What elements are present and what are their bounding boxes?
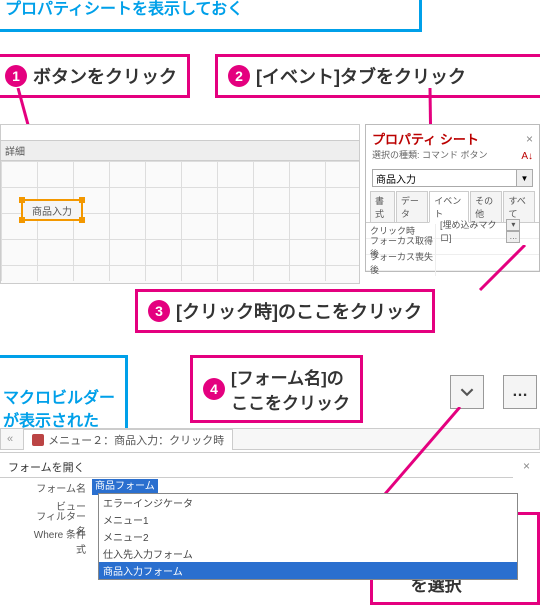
property-rows: クリック時 [埋め込みマクロ] ▾ … フォーカス取得後 フォーカス喪失後 bbox=[366, 222, 539, 271]
note-precondition: プロパティシートを表示しておく bbox=[0, 0, 422, 32]
form-grid[interactable]: 商品入力 bbox=[1, 161, 359, 281]
dropdown-button[interactable] bbox=[450, 375, 484, 409]
callout-3: 3 [クリック時]のここをクリック bbox=[135, 289, 435, 333]
builder-button[interactable]: … bbox=[506, 231, 520, 243]
tab-format[interactable]: 書式 bbox=[370, 191, 395, 223]
detail-section-header: 詳細 bbox=[1, 141, 359, 161]
prop-row-lostfocus[interactable]: フォーカス喪失後 bbox=[366, 255, 539, 271]
chevron-down-icon[interactable]: ▼ bbox=[517, 169, 533, 187]
macro-action-name[interactable]: フォームを開く bbox=[0, 453, 513, 478]
ellipsis-button[interactable]: … bbox=[503, 375, 537, 409]
note-text: プロパティシートを表示しておく bbox=[5, 1, 243, 18]
property-sheet-title: プロパティ シート bbox=[372, 129, 479, 148]
list-item[interactable]: エラーインジケータ bbox=[99, 494, 517, 511]
callout-2: 2 [イベント]タブをクリック bbox=[215, 54, 540, 98]
sort-icon[interactable]: A↓ bbox=[521, 151, 533, 162]
horizontal-ruler bbox=[1, 125, 359, 141]
chevron-down-icon bbox=[460, 385, 474, 399]
callout-1-text: ボタンをクリック bbox=[33, 63, 177, 89]
callout-4: 4 [フォーム名]の ここをクリック bbox=[190, 355, 363, 423]
form-name-label: フォーム名 bbox=[28, 480, 92, 495]
callout-2-text: [イベント]タブをクリック bbox=[256, 63, 466, 89]
list-item[interactable]: 仕入先入力フォーム bbox=[99, 545, 517, 562]
callout-2-num: 2 bbox=[228, 65, 250, 87]
ellipsis-icon: … bbox=[512, 383, 528, 401]
macro-tab-label: メニュー２：商品入力：クリック時 bbox=[48, 432, 224, 448]
callout-4-num: 4 bbox=[203, 378, 225, 400]
command-button-product-entry[interactable]: 商品入力 bbox=[21, 199, 83, 221]
property-sheet: プロパティ シート × 選択の種類: コマンド ボタン A↓ ▼ 書式 データ … bbox=[365, 124, 540, 272]
macro-builder: フォームを開く × フォーム名 商品フォーム ビュー フィルター名 Where … bbox=[0, 452, 540, 565]
note-text: マクロビルダー が表示された bbox=[3, 390, 115, 429]
callout-3-text: [クリック時]のここをクリック bbox=[176, 298, 422, 324]
list-item[interactable]: メニュー1 bbox=[99, 511, 517, 528]
object-selector[interactable]: ▼ bbox=[372, 169, 533, 187]
property-sheet-title-row: プロパティ シート × bbox=[366, 125, 539, 148]
list-item[interactable]: メニュー2 bbox=[99, 528, 517, 545]
property-sheet-subtitle: 選択の種類: コマンド ボタン bbox=[366, 148, 494, 165]
prop-val: [埋め込みマクロ] bbox=[440, 218, 504, 244]
chevron-down-icon[interactable]: ▾ bbox=[506, 219, 520, 231]
callout-4-text: [フォーム名]の ここをクリック bbox=[231, 364, 350, 414]
prop-key: フォーカス喪失後 bbox=[366, 250, 436, 276]
macro-tab-bar: « メニュー２：商品入力：クリック時 bbox=[0, 428, 540, 450]
macro-tab[interactable]: メニュー２：商品入力：クリック時 bbox=[23, 429, 233, 450]
tab-data[interactable]: データ bbox=[396, 191, 428, 223]
macro-icon bbox=[32, 434, 44, 446]
object-selector-input[interactable] bbox=[372, 169, 517, 187]
callout-1-num: 1 bbox=[5, 65, 27, 87]
command-button-caption: 商品入力 bbox=[32, 203, 72, 218]
callout-1: 1 ボタンをクリック bbox=[0, 54, 190, 98]
close-icon[interactable]: × bbox=[513, 455, 540, 477]
callout-3-num: 3 bbox=[148, 300, 170, 322]
where-label: Where 条件式 bbox=[28, 526, 92, 556]
form-design-surface: 詳細 商品入力 bbox=[0, 124, 360, 284]
form-name-dropdown[interactable]: エラーインジケータ メニュー1 メニュー2 仕入先入力フォーム 商品入力フォーム bbox=[98, 493, 518, 580]
property-sheet-close-icon[interactable]: × bbox=[526, 132, 533, 146]
